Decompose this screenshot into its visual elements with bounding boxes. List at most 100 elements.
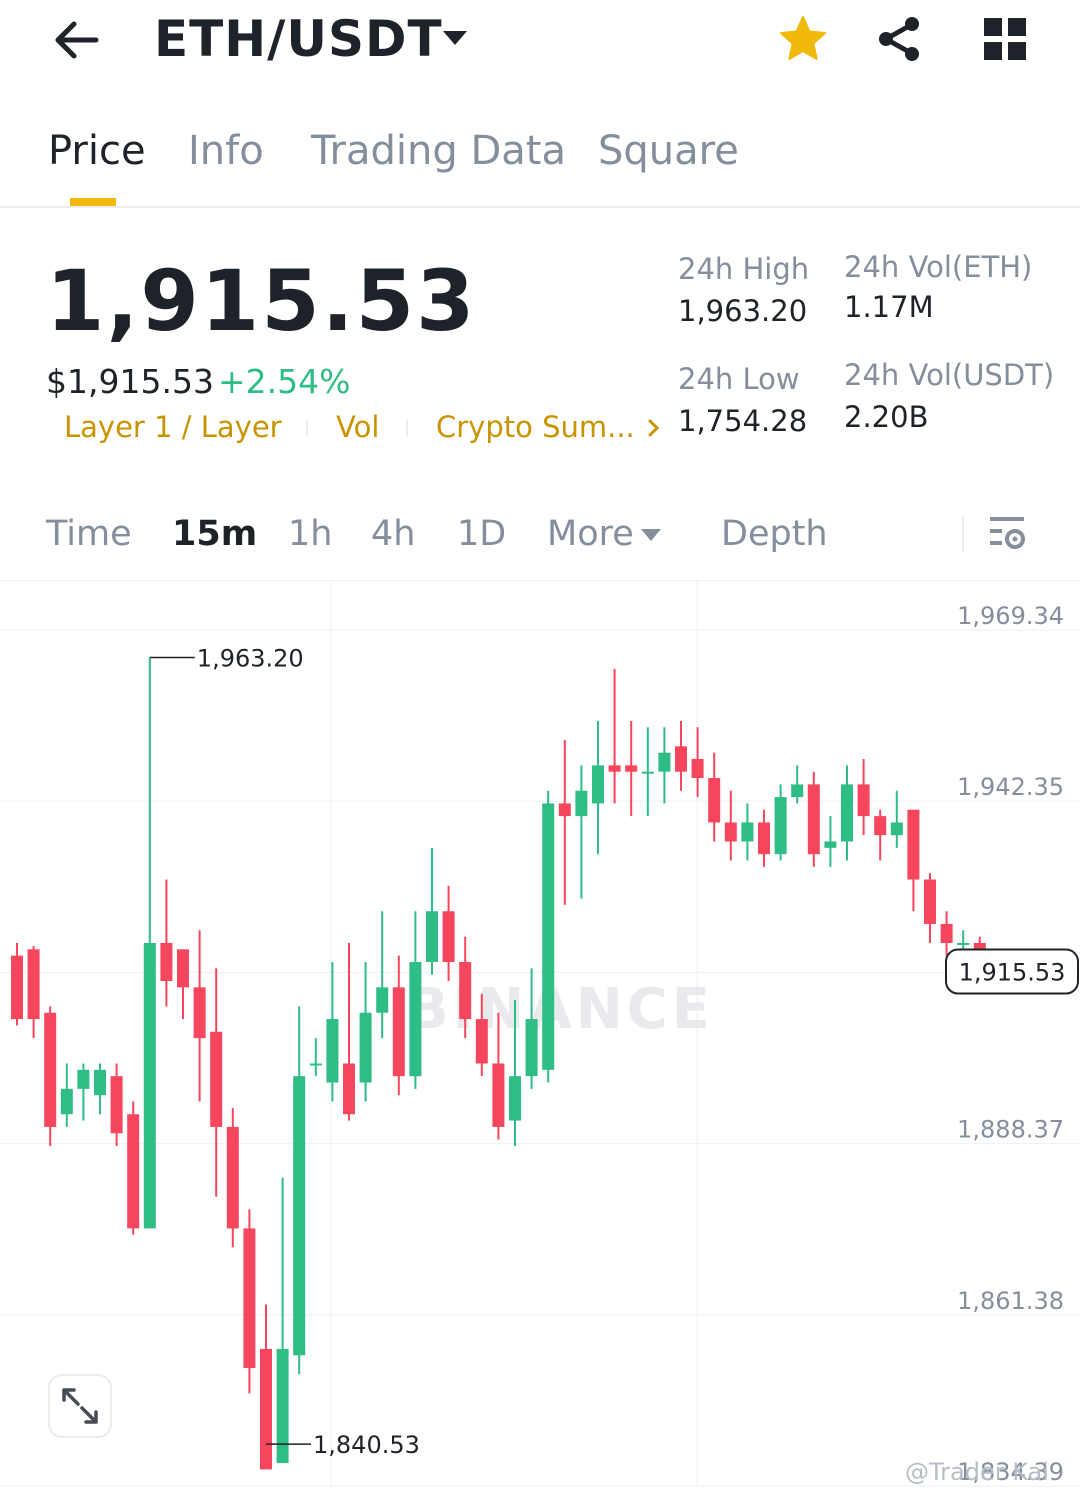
candle-body [525,1019,538,1077]
candle-body [409,961,422,1077]
stat-24h-vol-usdt-value: 2.20B [844,400,929,434]
chevron-right-icon[interactable] [646,416,662,440]
min-price-label: 1,840.53 [313,1431,420,1459]
candlestick-chart[interactable]: BINANCE 1,969.341,942.351,915.361,888.37… [0,580,1080,1497]
star-icon[interactable] [778,14,828,64]
tag-vol[interactable]: Vol [336,410,379,444]
caret-down-icon[interactable] [640,528,662,542]
candle-body [575,790,588,817]
candle-body [924,879,936,924]
candle-body [492,1063,505,1127]
y-tick-label: 1,861.38 [957,1287,1064,1315]
candle-body [177,949,189,988]
tab-trading-data[interactable]: Trading Data [311,128,566,174]
fullscreen-button[interactable] [48,1374,112,1438]
candle-body [143,942,156,1229]
interval-1h[interactable]: 1h [288,514,332,554]
chart-settings-icon[interactable] [986,514,1028,554]
candle-body [94,1069,106,1096]
candle-body [160,942,173,982]
candle-body [708,778,721,823]
candle-body [874,816,887,836]
candle-body [226,1126,239,1229]
stat-24h-vol-usdt-label: 24h Vol(USDT) [844,358,1055,392]
candle-body [260,1348,272,1470]
candle-body [857,784,870,817]
last-price: 1,915.53 [46,252,477,350]
candle-body [442,911,455,962]
candle-body [608,765,621,772]
screenshot-watermark: @Trader Kai [905,1458,1049,1486]
candle-body [641,771,654,774]
candle-body [807,784,820,855]
last-price-tag-label: 1,915.53 [959,959,1066,987]
pair-title[interactable]: ETH/USDT [154,10,443,68]
candle-body [326,1019,339,1083]
candle-body [392,987,405,1077]
candle-body [774,797,787,855]
share-icon[interactable] [874,14,924,64]
candle-body [44,1012,57,1127]
candle-body [658,752,671,772]
price-change-percent: +2.54% [218,362,351,401]
divider [0,206,1080,208]
candle-body [60,1088,73,1115]
stat-24h-vol-eth-label: 24h Vol(ETH) [844,250,1033,284]
candle-body [426,911,438,962]
candle-body [791,784,804,798]
tag-crypto-sum[interactable]: Crypto Sum... [436,410,635,444]
tab-price[interactable]: Price [48,128,146,174]
candle-body [359,1012,372,1083]
stat-24h-high-label: 24h High [678,252,810,286]
stat-24h-high-value: 1,963.20 [678,294,808,328]
candle-body [907,809,920,880]
stat-24h-low-label: 24h Low [678,362,800,396]
tag-layer1[interactable]: Layer 1 / Layer [64,410,282,444]
caret-down-icon[interactable] [441,28,469,48]
y-tick-label: 1,888.37 [957,1116,1064,1144]
divider [962,516,964,552]
candle-body [741,822,754,842]
interval-4h[interactable]: 4h [371,514,415,554]
candle-body [691,759,704,779]
back-arrow-icon[interactable] [50,14,102,66]
candle-body [824,841,837,848]
candle-body [193,987,206,1039]
candle-body [11,955,23,1020]
candle-body [940,923,953,943]
candle-body [309,1063,322,1066]
interval-1d[interactable]: 1D [457,514,506,554]
binance-watermark: BINANCE [406,977,714,1042]
candle-body [77,1069,90,1089]
tag-separator [306,420,308,436]
tag-separator [406,420,408,436]
interval-more[interactable]: More [547,514,634,554]
y-axis: 1,969.341,942.351,915.361,888.371,861.38… [957,602,1064,1486]
candle-body [509,1076,521,1121]
candle-body [542,803,555,1070]
candle-body [890,822,903,836]
usd-price: $1,915.53 [46,362,214,401]
stat-24h-vol-eth-value: 1.17M [844,290,934,324]
candle-body [558,803,571,817]
candle-body [243,1228,256,1368]
interval-15m[interactable]: 15m [172,514,257,554]
candle-body [110,1076,123,1134]
price-gridlines [0,629,1080,1487]
candle-body [376,987,389,1013]
expand-icon [62,1388,98,1424]
candle-body [475,1019,488,1064]
interval-time[interactable]: Time [46,514,132,554]
tab-info[interactable]: Info [188,128,264,174]
candle-body [625,765,638,772]
candle-body [758,822,770,855]
candle-body [27,949,40,1020]
candle-body [724,822,737,842]
candle-body [675,746,687,772]
candle-body [343,1063,355,1115]
candle-body [127,1114,140,1229]
tab-square[interactable]: Square [598,128,739,174]
interval-depth[interactable]: Depth [721,514,828,554]
y-tick-label: 1,969.34 [957,602,1064,630]
grid-apps-icon[interactable] [982,16,1028,62]
